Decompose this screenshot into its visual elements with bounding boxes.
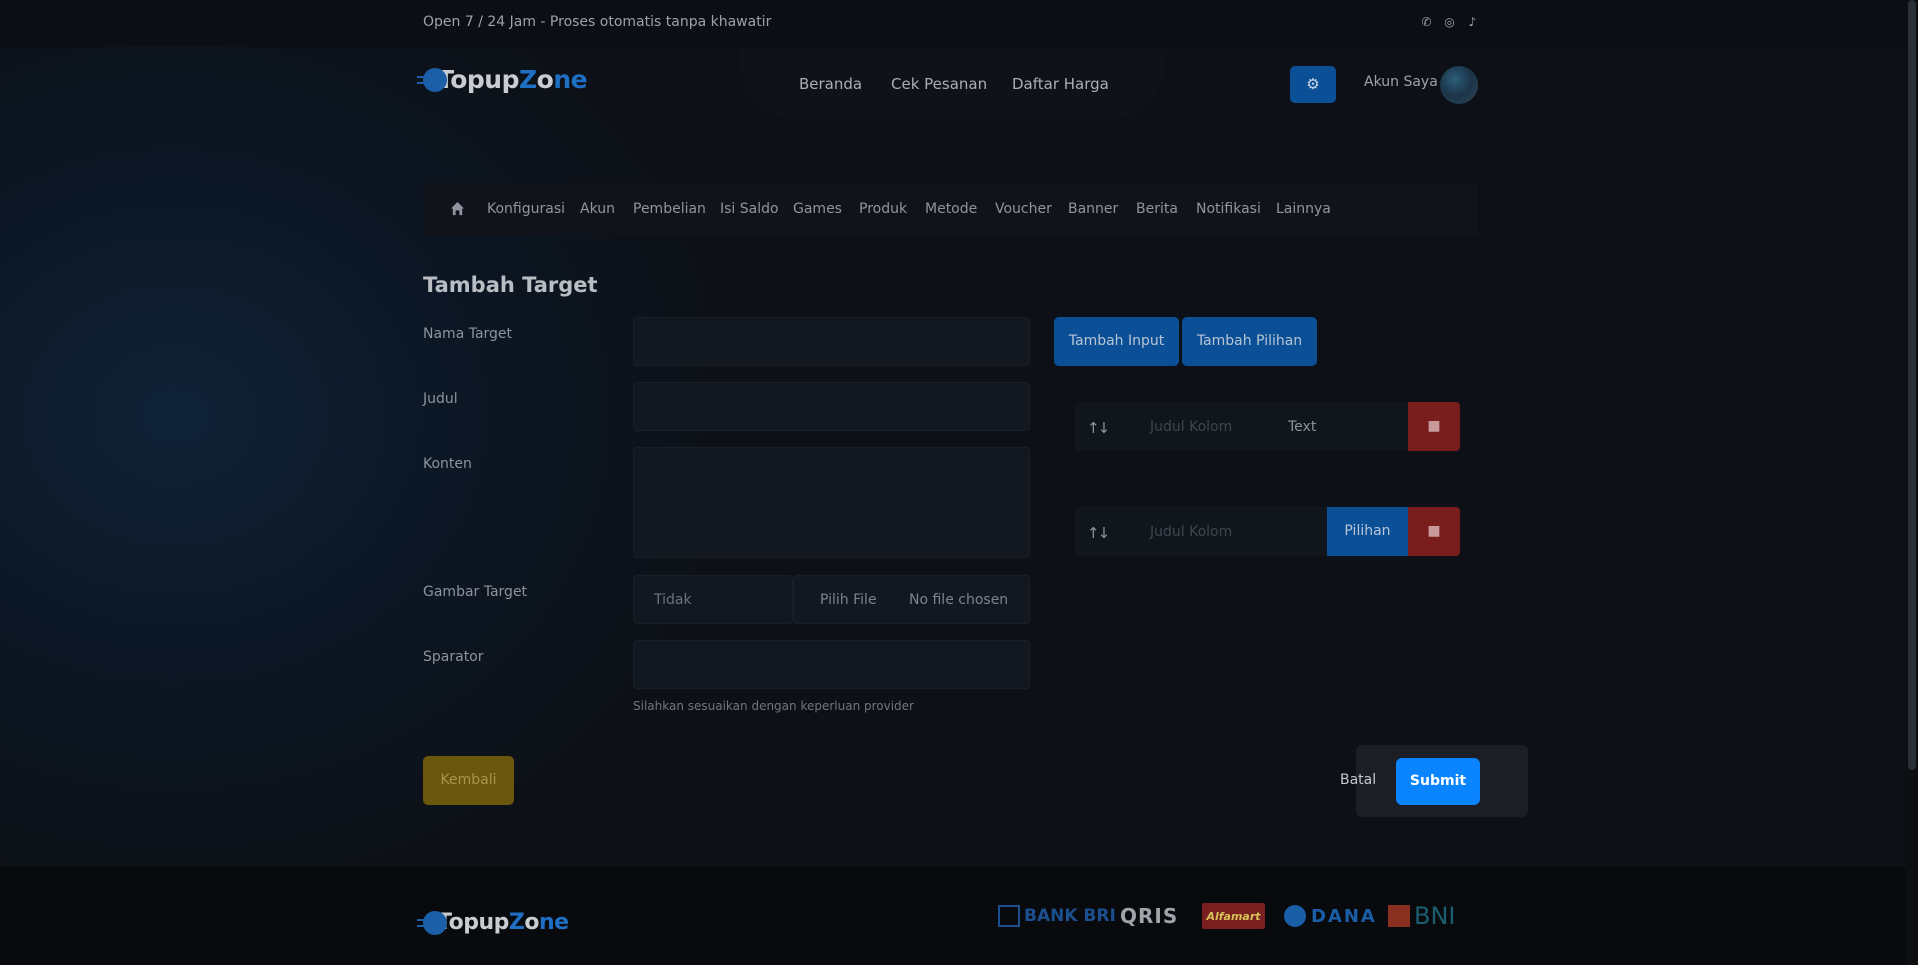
tiktok-icon[interactable]: ♪ <box>1466 16 1479 29</box>
label-nama-target: Nama Target <box>423 326 513 342</box>
menu-pembelian[interactable]: Pembelian <box>633 201 706 217</box>
row-2-title-input[interactable]: Judul Kolom <box>1150 524 1232 540</box>
top-announcement-bar: Open 7 / 24 Jam - Proses otomatis tanpa … <box>0 0 1906 47</box>
menu-produk[interactable]: Produk <box>859 201 907 217</box>
background-glow <box>0 47 700 867</box>
gear-icon: ⚙ <box>1306 75 1320 93</box>
row-1-type: Text <box>1288 419 1317 435</box>
whatsapp-icon[interactable]: ✆ <box>1420 16 1433 29</box>
file-choose-button[interactable]: Pilih File <box>820 592 877 608</box>
footer-logo[interactable]: TopupZone <box>417 910 569 935</box>
konten-textarea[interactable] <box>633 447 1030 558</box>
nav-cek-pesanan[interactable]: Cek Pesanan <box>891 75 987 93</box>
menu-konfigurasi[interactable]: Konfigurasi <box>487 201 565 217</box>
payment-bri-logo: BANK BRI <box>998 903 1116 929</box>
footer <box>0 867 1906 965</box>
nama-target-input[interactable] <box>633 317 1030 366</box>
add-choice-button[interactable]: Tambah Pilihan <box>1182 317 1317 366</box>
settings-button[interactable]: ⚙ <box>1290 66 1336 103</box>
reorder-arrows-icon[interactable]: ↑↓ <box>1087 524 1110 542</box>
dana-mark-icon <box>1284 905 1306 927</box>
trash-icon: ■ <box>1427 418 1441 434</box>
site-logo[interactable]: TopupZone <box>417 65 588 94</box>
submit-button[interactable]: Submit <box>1396 758 1480 805</box>
judul-input[interactable] <box>633 382 1030 431</box>
payment-qris-logo: QRIS <box>1120 904 1179 928</box>
gambar-select-value: Tidak <box>654 592 692 608</box>
bni-mark-icon <box>1388 905 1410 927</box>
account-label[interactable]: Akun Saya <box>1364 74 1438 90</box>
footer-logo-text: TopupZone <box>437 910 569 935</box>
menu-games[interactable]: Games <box>793 201 842 217</box>
row-1-delete-button[interactable]: ■ <box>1408 402 1460 451</box>
label-judul: Judul <box>423 391 458 407</box>
avatar[interactable] <box>1440 66 1478 104</box>
row-1-title-input[interactable]: Judul Kolom <box>1150 419 1232 435</box>
row-2-choice-button[interactable]: Pilihan <box>1327 507 1408 556</box>
social-links: ✆ ◎ ♪ <box>1420 16 1479 29</box>
menu-metode[interactable]: Metode <box>925 201 977 217</box>
trash-icon: ■ <box>1427 523 1441 539</box>
sparator-help: Silahkan sesuaikan dengan keperluan prov… <box>633 699 914 713</box>
home-icon[interactable] <box>450 201 465 216</box>
row-2-delete-button[interactable]: ■ <box>1408 507 1460 556</box>
menu-voucher[interactable]: Voucher <box>995 201 1052 217</box>
logo-text: TopupZone <box>437 65 588 94</box>
label-gambar-target: Gambar Target <box>423 584 528 600</box>
payment-alfamart-logo: Alfamart <box>1202 903 1265 929</box>
menu-akun[interactable]: Akun <box>580 201 615 217</box>
menu-banner[interactable]: Banner <box>1068 201 1118 217</box>
bri-mark-icon <box>998 905 1020 927</box>
nav-beranda[interactable]: Beranda <box>799 75 862 93</box>
file-status: No file chosen <box>909 592 1009 608</box>
menu-berita[interactable]: Berita <box>1136 201 1178 217</box>
payment-dana-logo: DANA <box>1284 903 1377 929</box>
sparator-input[interactable] <box>633 640 1030 689</box>
back-button[interactable]: Kembali <box>423 756 514 805</box>
logo-mark-icon <box>417 910 447 935</box>
logo-mark-icon <box>417 67 447 92</box>
cancel-button[interactable]: Batal <box>1340 772 1376 788</box>
announcement-text: Open 7 / 24 Jam - Proses otomatis tanpa … <box>423 14 772 30</box>
menu-notifikasi[interactable]: Notifikasi <box>1196 201 1261 217</box>
page-title: Tambah Target <box>423 273 598 297</box>
label-sparator: Sparator <box>423 649 484 665</box>
label-konten: Konten <box>423 456 472 472</box>
reorder-arrows-icon[interactable]: ↑↓ <box>1087 419 1110 437</box>
menu-lainnya[interactable]: Lainnya <box>1276 201 1331 217</box>
scrollbar-thumb[interactable] <box>1908 0 1916 770</box>
add-input-button[interactable]: Tambah Input <box>1054 317 1179 366</box>
payment-bni-logo: BNI <box>1388 902 1456 930</box>
nav-daftar-harga[interactable]: Daftar Harga <box>1012 75 1109 93</box>
builder-row-1 <box>1075 402 1460 451</box>
instagram-icon[interactable]: ◎ <box>1443 16 1456 29</box>
menu-isi-saldo[interactable]: Isi Saldo <box>720 201 779 217</box>
